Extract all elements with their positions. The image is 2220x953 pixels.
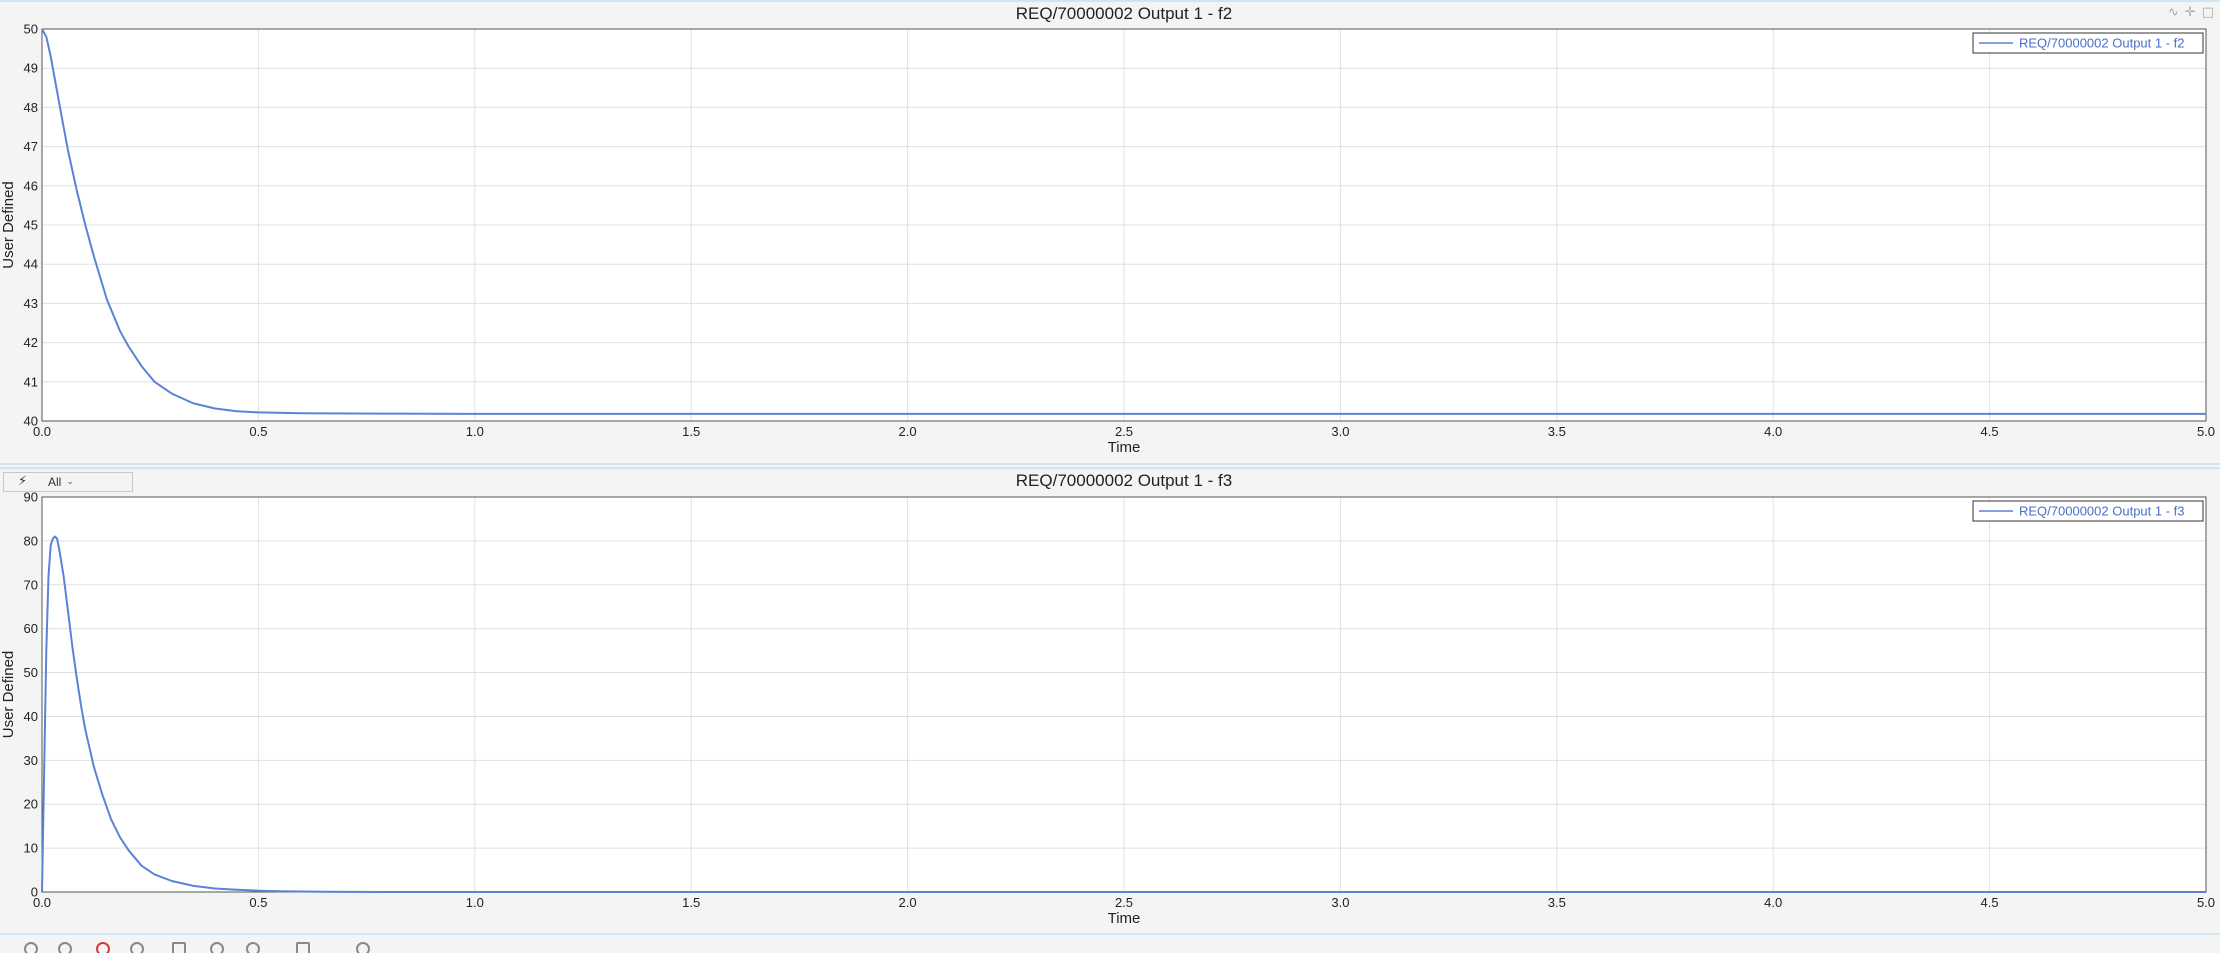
x-tick-label: 0.5 — [249, 424, 267, 439]
maximize-icon[interactable]: □ — [2202, 6, 2214, 20]
undo-icon[interactable] — [24, 942, 38, 953]
x-tick-label: 2.5 — [1115, 424, 1133, 439]
x-axis-label: Time — [1108, 439, 1141, 456]
y-tick-label: 50 — [24, 665, 38, 680]
y-tick-label: 40 — [24, 414, 38, 429]
move-icon[interactable]: ✛ — [2185, 6, 2196, 20]
x-tick-label: 1.0 — [466, 424, 484, 439]
y-tick-label: 40 — [24, 709, 38, 724]
x-tick-label: 1.5 — [682, 895, 700, 910]
legend-label: REQ/70000002 Output 1 - f2 — [2019, 36, 2185, 51]
restore-icon[interactable]: ∿ — [2168, 6, 2179, 20]
clock-icon[interactable] — [356, 942, 370, 953]
audio-icon[interactable] — [246, 942, 260, 953]
window-controls: ∿ ✛ □ — [2168, 6, 2214, 20]
x-tick-label: 1.5 — [682, 424, 700, 439]
x-tick-label: 3.5 — [1548, 895, 1566, 910]
lightning-icon: ⚡ — [18, 474, 28, 489]
plot-panel-f2[interactable]: 0.0 0.5 1.0 1.5 2.0 2.5 3.0 3.5 4.0 4.5 5.0 40 41 42 4… — [0, 0, 2220, 465]
chart-title: REQ/70000002 Output 1 - f2 — [1016, 4, 1232, 23]
y-tick-label: 44 — [24, 257, 38, 272]
x-axis-label: Time — [1108, 910, 1141, 927]
filter-label: All — [48, 475, 62, 489]
y-tick-label: 70 — [24, 577, 38, 592]
y-tick-label: 42 — [24, 335, 38, 350]
x-tick-label: 1.0 — [466, 895, 484, 910]
x-tick-label: 3.0 — [1331, 895, 1349, 910]
y-tick-label: 49 — [24, 61, 38, 76]
legend-label: REQ/70000002 Output 1 - f3 — [2019, 504, 2185, 519]
y-tick-label: 48 — [24, 100, 38, 115]
y-tick-label: 50 — [24, 22, 38, 37]
window-icon[interactable] — [172, 942, 186, 953]
link-icon[interactable] — [210, 942, 224, 953]
x-tick-label: 2.0 — [899, 424, 917, 439]
x-tick-label: 3.5 — [1548, 424, 1566, 439]
x-tick-label: 4.5 — [1981, 895, 1999, 910]
chevron-down-icon: ⌄ — [66, 477, 74, 487]
bottom-toolbar — [0, 937, 2220, 953]
y-tick-label: 30 — [24, 753, 38, 768]
y-tick-label: 45 — [24, 218, 38, 233]
chart-f3[interactable]: 0.0 0.5 1.0 1.5 2.0 2.5 3.0 3.5 4.0 4.5 5.00102030… — [0, 469, 2220, 933]
y-tick-label: 47 — [24, 139, 38, 154]
chart-title: REQ/70000002 Output 1 - f3 — [1016, 471, 1232, 490]
y-tick-label: 46 — [24, 178, 38, 193]
help-icon[interactable] — [130, 942, 144, 953]
y-tick-label: 41 — [24, 374, 38, 389]
pen-icon[interactable] — [58, 942, 72, 953]
x-tick-label: 3.0 — [1331, 424, 1349, 439]
x-tick-label: 0.5 — [249, 895, 267, 910]
x-tick-label: 5.0 — [2197, 895, 2215, 910]
x-tick-label: 2.5 — [1115, 895, 1133, 910]
chart-f2[interactable]: 0.0 0.5 1.0 1.5 2.0 2.5 3.0 3.5 4.0 4.5 5.04041424… — [0, 2, 2220, 463]
y-tick-label: 43 — [24, 296, 38, 311]
y-tick-label: 0 — [31, 885, 38, 900]
x-tick-label: 4.0 — [1764, 424, 1782, 439]
x-tick-label: 4.5 — [1981, 424, 1999, 439]
x-tick-label: 4.0 — [1764, 895, 1782, 910]
x-tick-label: 5.0 — [2197, 424, 2215, 439]
y-tick-label: 60 — [24, 621, 38, 636]
plot-panel-f3[interactable]: 0.0 0.5 1.0 1.5 2.0 2.5 3.0 3.5 4.0 4.5 5.0 0 10 20 30… — [0, 467, 2220, 935]
bomb-icon[interactable] — [96, 942, 110, 953]
y-tick-label: 80 — [24, 533, 38, 548]
square-icon[interactable] — [296, 942, 310, 953]
y-axis-label: User Defined — [0, 181, 17, 269]
filter-dropdown[interactable]: ⚡ All ⌄ — [3, 472, 133, 492]
x-tick-label: 2.0 — [899, 895, 917, 910]
y-tick-label: 10 — [24, 841, 38, 856]
y-axis-label: User Defined — [0, 651, 17, 739]
y-tick-label: 20 — [24, 797, 38, 812]
